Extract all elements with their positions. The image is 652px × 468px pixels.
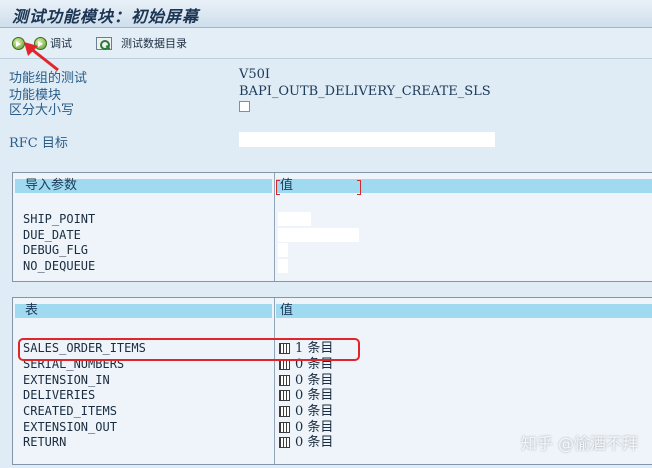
param-name-due-date: DUE_DATE: [23, 228, 81, 242]
table-row-name[interactable]: DELIVERIES: [23, 388, 95, 404]
annotation-bracket-right: [357, 180, 361, 195]
table-row-value[interactable]: 0 条目: [279, 404, 333, 420]
table-icon[interactable]: [279, 390, 290, 402]
watermark: 知乎 @愉酒不拜: [520, 434, 638, 453]
table-row-value[interactable]: 0 条目: [279, 373, 333, 389]
tables-header: 表 值: [13, 298, 652, 320]
entry-count: 0 条目: [295, 388, 334, 403]
table-row-value[interactable]: 0 条目: [279, 420, 333, 436]
column-divider: [274, 298, 275, 464]
tables-title: 表: [15, 304, 272, 318]
rfc-target-label: RFC 目标: [9, 136, 68, 151]
annotation-highlight-box: [18, 338, 360, 361]
table-icon[interactable]: [279, 375, 290, 387]
tables-value-header: 值: [276, 304, 652, 318]
import-parameters-header: 导入参数 值: [13, 173, 652, 195]
param-input-no-dequeue[interactable]: [278, 259, 288, 273]
toolbar: 调试 测试数据目录: [0, 28, 652, 59]
table-icon[interactable]: [279, 406, 290, 418]
case-sensitive-checkbox[interactable]: [239, 101, 250, 112]
entry-count: 0 条目: [295, 420, 334, 435]
table-row-name[interactable]: EXTENSION_IN: [23, 373, 110, 389]
param-input-debug-flg[interactable]: [278, 243, 288, 257]
import-parameters-panel: 导入参数 值 SHIP_POINT DUE_DATE DEBUG_FLG NO_…: [12, 172, 652, 282]
table-icon[interactable]: [279, 422, 290, 434]
param-input-ship-point[interactable]: [278, 212, 311, 226]
test-data-directory-button[interactable]: 测试数据目录: [96, 34, 187, 52]
function-module-value: BAPI_OUTB_DELIVERY_CREATE_SLS: [239, 84, 491, 99]
entry-count: 0 条目: [295, 435, 334, 450]
case-sensitive-label: 区分大小写: [9, 103, 75, 118]
param-input-due-date[interactable]: [278, 228, 359, 242]
rfc-target-input[interactable]: [239, 132, 495, 147]
table-row-value[interactable]: 0 条目: [279, 388, 333, 404]
test-directory-label: 测试数据目录: [121, 37, 187, 50]
param-name-ship-point: SHIP_POINT: [23, 212, 96, 226]
entry-count: 0 条目: [295, 404, 334, 419]
param-name-no-dequeue: NO_DEQUEUE: [23, 259, 96, 273]
annotation-bracket-left: [276, 180, 280, 195]
window-title: 测试功能模块：初始屏幕: [12, 7, 200, 26]
param-name-debug-flg: DEBUG_FLG: [23, 243, 89, 257]
import-parameters-title: 导入参数: [15, 179, 272, 193]
table-row-name[interactable]: EXTENSION_OUT: [23, 420, 117, 436]
import-value-header: 值: [276, 179, 652, 193]
table-icon[interactable]: [279, 437, 290, 449]
function-group-value: V50I: [239, 67, 271, 82]
title-bar: 测试功能模块：初始屏幕: [0, 0, 652, 28]
table-row-name[interactable]: RETURN: [23, 435, 66, 451]
entry-count: 0 条目: [295, 373, 334, 388]
table-row-name[interactable]: CREATED_ITEMS: [23, 404, 117, 420]
table-row-value[interactable]: 0 条目: [279, 435, 333, 451]
test-directory-icon: [96, 36, 112, 50]
